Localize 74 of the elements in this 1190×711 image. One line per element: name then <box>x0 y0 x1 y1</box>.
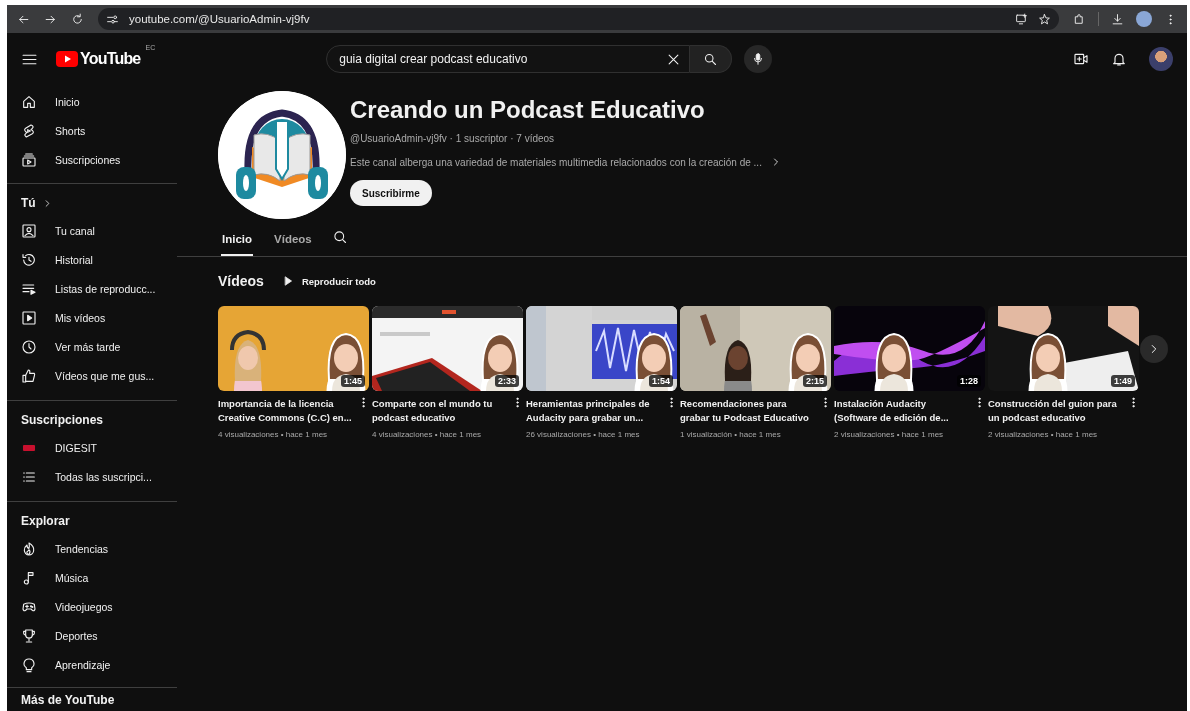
search-field[interactable]: guia digital crear podcast educativo <box>326 45 691 73</box>
sidebar-item[interactable]: Vídeos que me gus... <box>7 361 177 390</box>
sidebar-item[interactable]: Videojuegos <box>7 592 177 621</box>
star-icon[interactable] <box>1038 12 1051 26</box>
sidebar-item[interactable]: DIGESIT <box>7 433 177 462</box>
video-meta: 2 visualizaciones • hace 1 mes <box>988 430 1099 439</box>
section-heading: Más de YouTube <box>21 693 115 707</box>
sidebar-item[interactable]: Todas las suscripci... <box>7 462 177 491</box>
video-meta: 26 visualizaciones • hace 1 mes <box>526 430 641 439</box>
user-avatar[interactable] <box>1149 47 1173 71</box>
trophy-icon <box>21 627 37 644</box>
user-card-icon <box>21 222 37 239</box>
sidebar-item[interactable]: Suscripciones <box>7 145 177 174</box>
duration-badge: 2:15 <box>803 375 827 387</box>
clock-icon <box>21 338 37 355</box>
duration-badge: 1:54 <box>649 375 673 387</box>
bell-icon[interactable] <box>1111 51 1127 67</box>
channel-tab[interactable]: Vídeos <box>273 222 313 256</box>
sidebar-item[interactable]: Deportes <box>7 621 177 650</box>
flame-icon <box>21 540 37 557</box>
sidebar-item[interactable]: Listas de reproducc... <box>7 274 177 303</box>
section-heading: Vídeos <box>218 273 264 289</box>
sidebar-item[interactable]: Inicio <box>7 87 177 116</box>
video-meta: 1 visualización • hace 1 mes <box>680 430 782 439</box>
shorts-icon <box>21 122 37 139</box>
channel-title: Creando un Podcast Educativo <box>350 95 706 125</box>
history-icon <box>21 251 37 268</box>
video-title[interactable]: Instalación Audacity (Software de edición de... <box>834 397 970 425</box>
video-meta: 4 visualizaciones • hace 1 mes <box>372 430 483 439</box>
section-heading: Explorar <box>21 514 70 528</box>
play-square-icon <box>21 309 37 326</box>
video-title[interactable]: Heramientas principales de Audacity para grabar un... <box>526 397 662 425</box>
download-icon[interactable] <box>1111 12 1124 26</box>
channel-description[interactable]: Este canal alberga una variedad de materiales multimedia relacionados con la creación de ... <box>350 156 762 168</box>
play-all-link[interactable]: Reproducir todo <box>281 275 376 287</box>
play-logo-icon <box>56 51 78 67</box>
subscribe-button[interactable]: Suscribirme <box>350 180 432 206</box>
search-icon[interactable] <box>332 229 348 245</box>
channel-meta: @UsuarioAdmin-vj9fv · 1 suscriptor · 7 vídeos <box>350 133 556 144</box>
sidebar-item[interactable]: Aprendizaje <box>7 650 177 679</box>
video-title[interactable]: Recomendaciones para grabar tu Podcast Educativo <box>680 397 816 425</box>
search-icon <box>703 51 719 67</box>
sidebar-item[interactable]: Shorts <box>7 116 177 145</box>
video-title[interactable]: Comparte con el mundo tu podcast educativo <box>372 397 508 425</box>
video-meta: 2 visualizaciones • hace 1 mes <box>834 430 945 439</box>
thumbs-up-icon <box>21 367 37 384</box>
duration-badge: 1:28 <box>957 375 981 387</box>
home-icon <box>21 93 37 110</box>
duration-badge: 1:49 <box>1111 375 1135 387</box>
install-icon[interactable] <box>1015 12 1028 26</box>
site-settings-icon[interactable] <box>106 12 119 26</box>
subscriptions-icon <box>21 151 37 168</box>
sidebar-item[interactable]: Ver más tarde <box>7 332 177 361</box>
sidebar-item[interactable]: Mis vídeos <box>7 303 177 332</box>
channel-tab[interactable]: Inicio <box>221 222 254 256</box>
sidebar-item[interactable]: Tendencias <box>7 534 177 563</box>
logo-text[interactable]: YouTube <box>80 50 141 68</box>
section-heading: Suscripciones <box>21 413 104 427</box>
lightbulb-icon <box>21 656 37 673</box>
video-meta: 4 visualizaciones • hace 1 mes <box>218 430 329 439</box>
video-title[interactable]: Construcción del guion para un podcast educativo <box>988 397 1124 425</box>
duration-badge: 1:45 <box>341 375 365 387</box>
video-title[interactable]: Importancia de la licencia Creative Commons (C.C) en... <box>218 397 354 425</box>
voice-search-button[interactable] <box>744 45 773 73</box>
section-heading[interactable]: Tú <box>21 196 36 210</box>
sidebar-item[interactable]: Tu canal <box>7 216 177 245</box>
search-button[interactable] <box>690 45 733 73</box>
duration-badge: 2:33 <box>495 375 519 387</box>
profile-avatar[interactable] <box>1136 11 1152 27</box>
sidebar-item[interactable]: Historial <box>7 245 177 274</box>
create-video-icon[interactable] <box>1073 51 1089 67</box>
sidebar-item[interactable]: Música <box>7 563 177 592</box>
reload-icon[interactable] <box>71 12 84 26</box>
music-note-icon <box>21 569 37 586</box>
